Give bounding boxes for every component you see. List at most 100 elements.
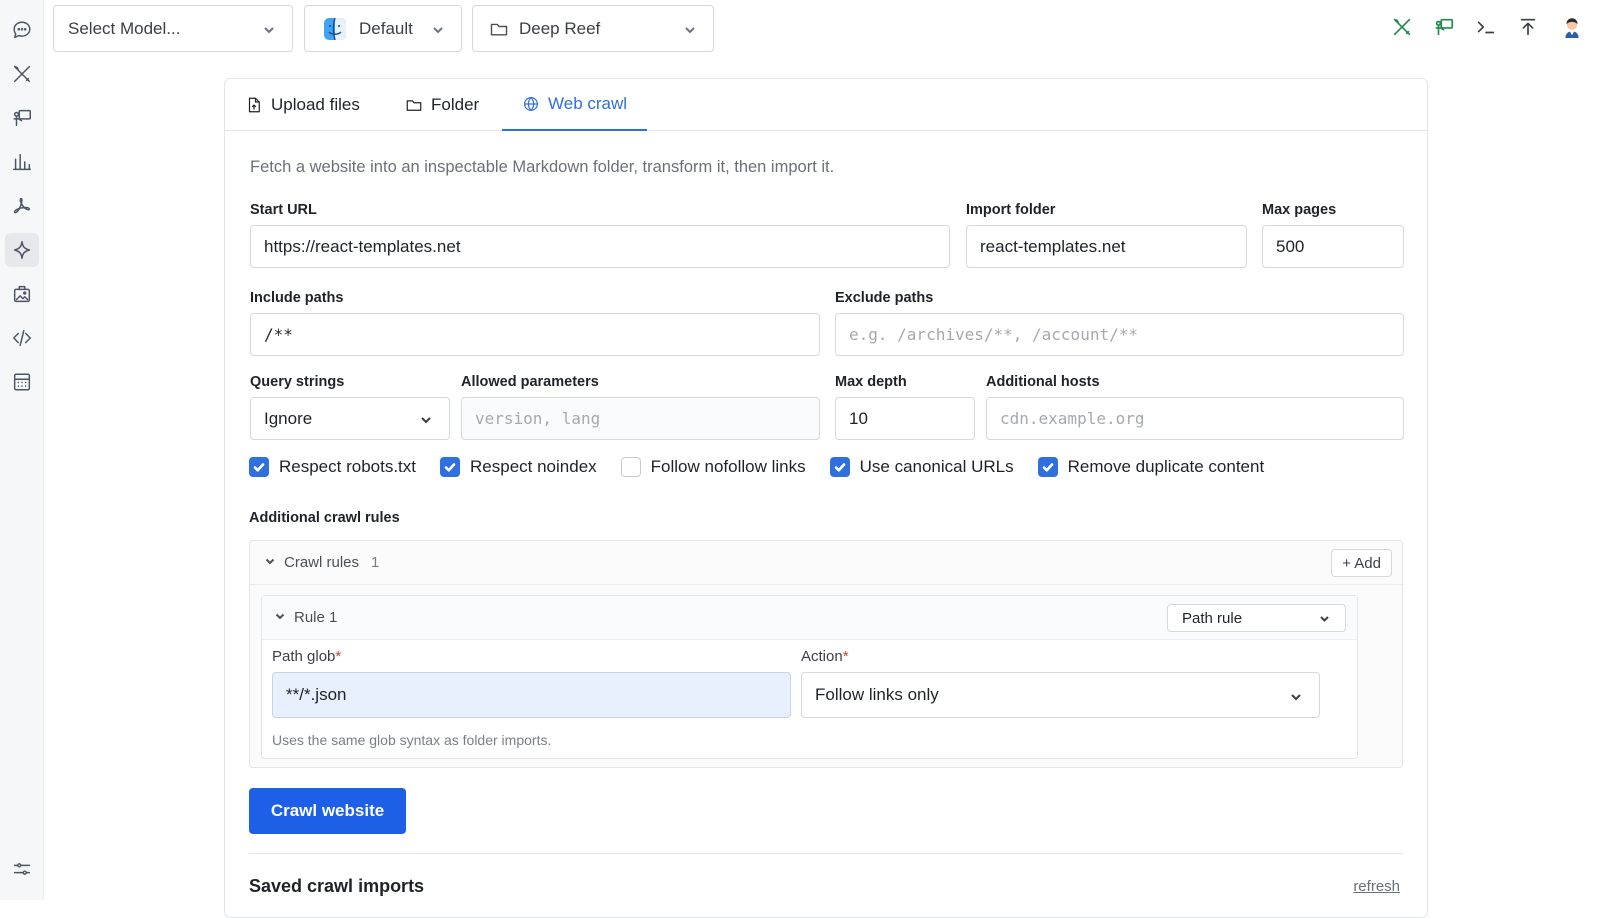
import-tabs: Upload files Folder Web crawl [225, 79, 1427, 131]
checkbox-checked-icon[interactable] [1037, 457, 1058, 477]
exclude-paths-input[interactable]: e.g. /archives/**, /account/** [835, 313, 1404, 356]
folder-icon [406, 100, 422, 111]
sparkle-icon[interactable] [5, 233, 39, 267]
max-pages-label: Max pages [1262, 202, 1337, 218]
checkbox-follow-nofollow[interactable]: Follow nofollow links [620, 457, 806, 477]
start-url-input[interactable]: https://react-templates.net [250, 225, 950, 268]
chevron-down-icon [431, 22, 445, 36]
tab-folder[interactable]: Folder [385, 79, 499, 131]
checkbox-remove-duplicates[interactable]: Remove duplicate content [1037, 457, 1265, 477]
crawl-rules-panel: Crawl rules 1 + Add Rule 1 Path rule Pat… [249, 540, 1403, 768]
checkbox-canonical-urls[interactable]: Use canonical URLs [829, 457, 1014, 477]
globe-icon [524, 97, 538, 111]
exclude-paths-placeholder: e.g. /archives/**, /account/** [849, 325, 1138, 344]
chart-icon[interactable] [5, 145, 39, 179]
code-icon[interactable] [5, 321, 39, 355]
chevron-down-icon [1289, 689, 1303, 709]
pdf-icon[interactable] [5, 189, 39, 223]
tab-upload-files[interactable]: Upload files [225, 79, 380, 131]
import-folder-input[interactable]: react-templates.net [966, 225, 1247, 268]
include-paths-input[interactable]: /** [250, 313, 820, 356]
finder-icon [323, 17, 347, 41]
import-folder-label: Import folder [966, 202, 1056, 218]
import-folder-value: react-templates.net [980, 236, 1126, 256]
profile-select-label: Default [359, 18, 413, 38]
checkbox-checked-icon[interactable] [249, 457, 269, 477]
tab-web-crawl[interactable]: Web crawl [502, 79, 648, 131]
tools-icon[interactable] [5, 57, 39, 91]
allowed-parameters-input[interactable]: version, lang [461, 397, 820, 440]
model-select-label: Select Model... [68, 18, 181, 38]
max-depth-input[interactable]: 10 [835, 397, 975, 440]
upload-icon[interactable] [1516, 15, 1540, 39]
checkbox-respect-robots[interactable]: Respect robots.txt [249, 457, 416, 477]
file-upload-icon [248, 97, 260, 113]
profile-select[interactable]: Default [304, 5, 462, 52]
action-value: Follow links only [815, 685, 939, 704]
crawl-rules-header[interactable]: Crawl rules 1 + Add [250, 541, 1402, 585]
crawl-website-button[interactable]: Crawl website [249, 788, 406, 834]
checkbox-label: Use canonical URLs [859, 457, 1014, 476]
chevron-down-icon [262, 22, 276, 36]
chevron-down-icon[interactable] [264, 554, 276, 571]
rule-title: Rule 1 [294, 609, 338, 626]
workspace-select[interactable]: Deep Reef [472, 5, 714, 52]
max-depth-value: 10 [849, 408, 868, 428]
terminal-icon[interactable] [1474, 15, 1498, 39]
action-select[interactable]: Follow links only [801, 672, 1320, 718]
action-label: Action* [801, 648, 849, 665]
max-pages-input[interactable]: 500 [1262, 225, 1404, 268]
exclude-paths-label: Exclude paths [835, 290, 934, 306]
query-strings-value: Ignore [264, 408, 313, 428]
tab-label: Upload files [271, 95, 360, 114]
model-select[interactable]: Select Model... [53, 5, 293, 52]
settings-sliders-icon[interactable] [5, 852, 39, 886]
path-glob-hint: Uses the same glob syntax as folder impo… [272, 732, 552, 748]
chevron-down-icon[interactable] [274, 609, 286, 626]
add-rule-button[interactable]: + Add [1331, 549, 1392, 577]
chat-icon[interactable] [5, 13, 39, 47]
chevron-down-icon [1318, 612, 1331, 629]
folder-icon [489, 19, 509, 39]
tools-icon[interactable] [1390, 15, 1414, 39]
path-glob-label: Path glob* [272, 648, 341, 665]
path-glob-value: **/*.json [286, 685, 347, 704]
checkbox-checked-icon[interactable] [829, 457, 850, 477]
rule-header[interactable]: Rule 1 Path rule [262, 596, 1357, 640]
required-mark: * [842, 648, 849, 665]
presentation-icon[interactable] [1432, 15, 1456, 39]
checkbox-unchecked-icon[interactable] [620, 457, 641, 477]
presentation-icon[interactable] [5, 101, 39, 135]
saved-crawl-imports-title: Saved crawl imports [249, 876, 425, 896]
additional-hosts-placeholder: cdn.example.org [1000, 409, 1145, 428]
query-strings-select[interactable]: Ignore [250, 397, 450, 440]
checkbox-label: Follow nofollow links [650, 457, 806, 476]
include-paths-value: /** [264, 325, 293, 344]
additional-crawl-rules-label: Additional crawl rules [249, 510, 400, 526]
tab-label: Web crawl [548, 94, 628, 113]
path-glob-input[interactable]: **/*.json [272, 672, 791, 718]
checkbox-label: Respect noindex [470, 457, 597, 476]
section-divider [249, 853, 1403, 854]
rule-type-select[interactable]: Path rule [1167, 604, 1346, 632]
image-gallery-icon[interactable] [5, 277, 39, 311]
chevron-down-icon [683, 22, 697, 36]
checkbox-label: Remove duplicate content [1067, 457, 1265, 476]
start-url-label: Start URL [250, 202, 317, 218]
crawl-rules-count: 1 [371, 554, 380, 571]
checkbox-checked-icon[interactable] [440, 457, 461, 477]
refresh-link[interactable]: refresh [1353, 878, 1400, 895]
additional-hosts-label: Additional hosts [986, 374, 1100, 390]
chevron-down-icon [419, 412, 433, 432]
required-mark: * [335, 648, 342, 665]
rule-card: Rule 1 Path rule Path glob* **/*.json Ac… [261, 595, 1358, 759]
additional-hosts-input[interactable]: cdn.example.org [986, 397, 1404, 440]
crawl-rules-title: Crawl rules [284, 554, 360, 571]
workspace-select-label: Deep Reef [519, 18, 601, 38]
left-rail [0, 0, 44, 900]
checkbox-label: Respect robots.txt [279, 457, 417, 476]
calculator-icon[interactable] [5, 365, 39, 399]
checkbox-respect-noindex[interactable]: Respect noindex [440, 457, 597, 477]
path-glob-label-text: Path glob [272, 648, 336, 665]
avatar[interactable] [1558, 12, 1586, 42]
